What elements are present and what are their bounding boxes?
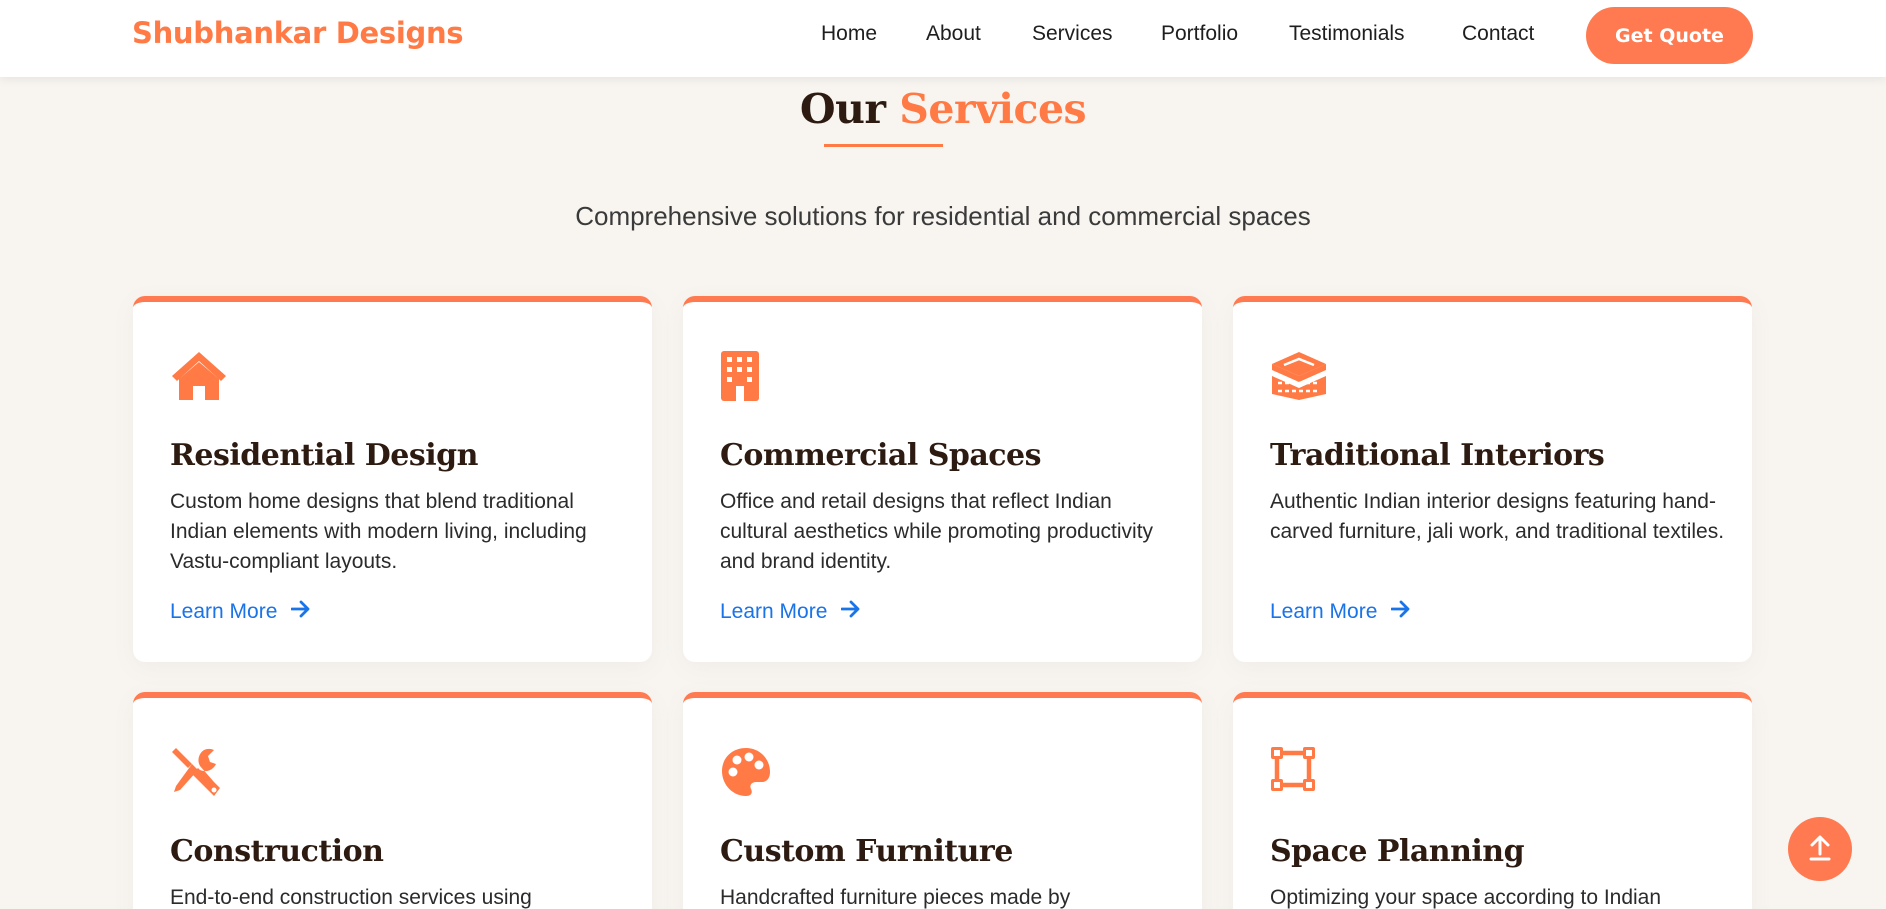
arrow-up-icon	[1808, 834, 1832, 865]
learn-more-label: Learn More	[720, 600, 828, 623]
card-title: Construction	[170, 834, 384, 869]
section-title-accent: Services	[899, 85, 1087, 133]
card-title: Space Planning	[1270, 834, 1525, 869]
brand-logo[interactable]: Shubhankar Designs	[132, 16, 464, 50]
card-description: Custom home designs that blend tradition…	[170, 490, 587, 573]
card-title: Commercial Spaces	[720, 438, 1042, 473]
building-icon	[720, 350, 760, 406]
nav-link-contact[interactable]: Contact	[1462, 22, 1534, 46]
section-subtitle: Comprehensive solutions for residential …	[575, 201, 1311, 231]
learn-more-label: Learn More	[170, 600, 278, 623]
get-quote-button[interactable]: Get Quote	[1586, 7, 1753, 64]
service-card-furniture: Custom Furniture Handcrafted furniture p…	[683, 692, 1202, 909]
learn-more-label: Learn More	[1270, 600, 1378, 623]
nav-link-services[interactable]: Services	[1032, 22, 1113, 46]
home-icon	[170, 350, 228, 406]
nav-link-home[interactable]: Home	[821, 22, 877, 46]
service-card-traditional: Traditional Interiors Authentic Indian i…	[1233, 296, 1752, 662]
palette-icon	[720, 746, 772, 802]
card-description: Office and retail designs that reflect I…	[720, 490, 1154, 573]
layers-icon	[1270, 350, 1328, 406]
service-card-construction: Construction End-to-end construction ser…	[133, 692, 652, 909]
card-description: Handcrafted furniture pieces made by	[720, 886, 1071, 909]
nav-link-portfolio[interactable]: Portfolio	[1161, 22, 1238, 46]
service-card-space-planning: Space Planning Optimizing your space acc…	[1233, 692, 1752, 909]
learn-more-link[interactable]: Learn More	[720, 600, 861, 624]
nav-link-testimonials[interactable]: Testimonials	[1289, 22, 1405, 46]
navbar: Shubhankar Designs Home About Services P…	[0, 0, 1886, 77]
card-description: Optimizing your space according to India…	[1270, 886, 1662, 909]
title-underline	[824, 144, 943, 147]
learn-more-link[interactable]: Learn More	[1270, 600, 1411, 624]
learn-more-link[interactable]: Learn More	[170, 600, 311, 624]
card-title: Residential Design	[170, 438, 478, 473]
card-description: Authentic Indian interior designs featur…	[1270, 490, 1725, 543]
arrow-right-icon	[1390, 600, 1411, 624]
card-title: Traditional Interiors	[1270, 438, 1605, 473]
arrow-right-icon	[840, 600, 861, 624]
tools-icon	[170, 746, 222, 802]
service-card-residential: Residential Design Custom home designs t…	[133, 296, 652, 662]
service-card-commercial: Commercial Spaces Office and retail desi…	[683, 296, 1202, 662]
arrow-right-icon	[290, 600, 311, 624]
card-description: End-to-end construction services using	[170, 886, 532, 909]
scroll-to-top-button[interactable]	[1788, 817, 1852, 881]
vector-square-icon	[1270, 746, 1316, 796]
section-title: Our Services	[0, 85, 1886, 133]
section-title-main: Our	[799, 85, 886, 133]
card-title: Custom Furniture	[720, 834, 1013, 869]
nav-link-about[interactable]: About	[926, 22, 981, 46]
